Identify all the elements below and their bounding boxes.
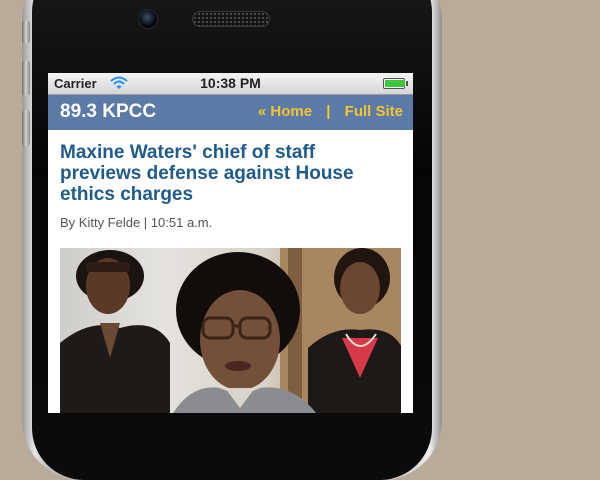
status-time: 10:38 PM [200,75,261,91]
site-brand[interactable]: 89.3 KPCC [60,101,156,123]
nav-links: « Home | Full Site [258,103,403,120]
news-photo-icon[interactable] [60,248,401,413]
battery-level [385,80,405,87]
earpiece-speaker [192,11,270,27]
article-byline: By Kitty Felde | 10:51 a.m. [60,215,213,230]
front-camera [138,9,158,29]
battery-icon [383,78,408,89]
home-link[interactable]: « Home [258,103,312,120]
volume-down-button [22,110,30,146]
article-headline[interactable]: Maxine Waters' chief of staff previews d… [60,142,401,205]
status-bar: Carrier 10:38 PM [48,73,413,95]
news-photo-illustration [60,248,401,413]
mute-switch [22,20,30,44]
phone-screen: Carrier 10:38 PM 89.3 KPCC « Home | Full… [48,73,413,413]
full-site-link[interactable]: Full Site [345,103,403,120]
nav-separator: | [326,103,331,120]
site-nav-bar: 89.3 KPCC « Home | Full Site [48,95,413,130]
volume-up-button [22,60,30,96]
